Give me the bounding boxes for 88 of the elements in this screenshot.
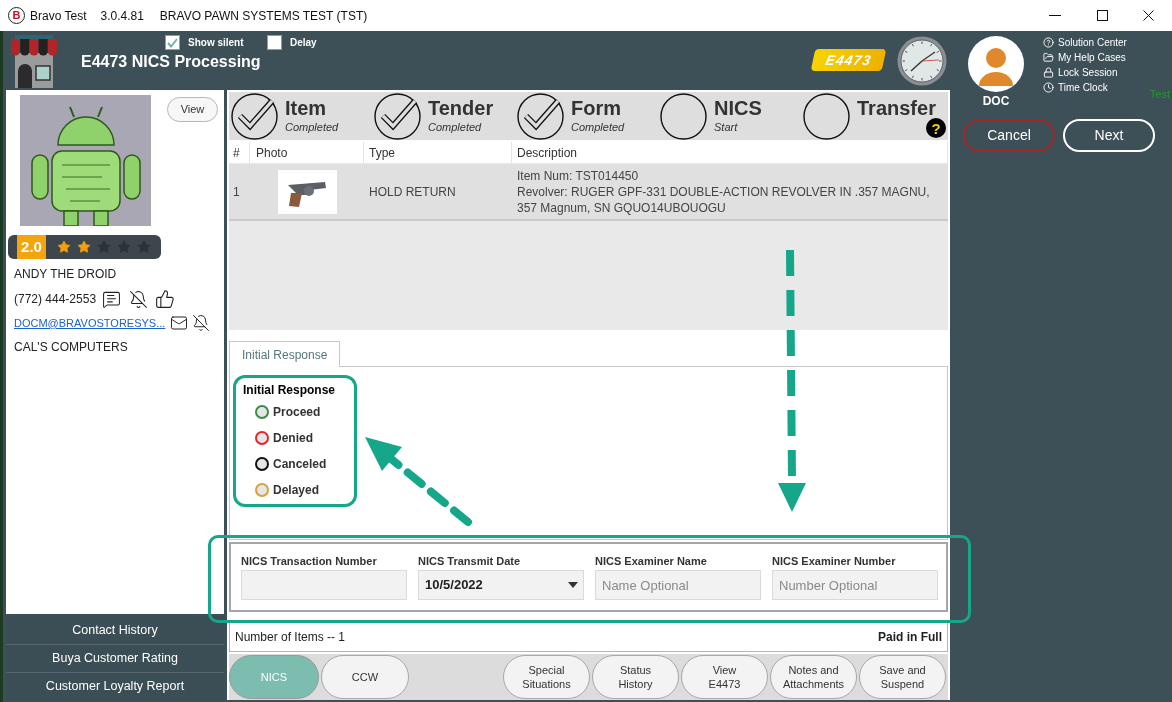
email-link[interactable]: DOCM@BRAVOSTORESYS... bbox=[14, 314, 166, 332]
field-label: NICS Transaction Number bbox=[241, 555, 378, 568]
field-label: NICS Transmit Date bbox=[418, 555, 522, 568]
window-title: BRAVO PAWN SYSTEMS TEST (TST) bbox=[159, 7, 368, 25]
clock-icon bbox=[1043, 82, 1054, 93]
column-header: Photo bbox=[250, 142, 364, 163]
menu-link[interactable]: Solution Center bbox=[1043, 35, 1127, 50]
action-button[interactable]: Notes and Attachments bbox=[770, 655, 857, 699]
action-button[interactable]: Save and Suspend bbox=[859, 655, 946, 699]
phone-number: (772) 444-2553 bbox=[14, 291, 97, 308]
app-name: Bravo Test bbox=[30, 7, 87, 25]
help-icon bbox=[1043, 37, 1054, 48]
column-header: Description bbox=[512, 142, 948, 163]
avatar-icon bbox=[968, 36, 1024, 92]
environment-label: Test bbox=[1149, 88, 1170, 101]
close-icon[interactable] bbox=[1143, 10, 1154, 21]
step-status: Completed bbox=[428, 121, 482, 134]
star-icon bbox=[137, 240, 151, 254]
action-button[interactable]: View E4473 bbox=[681, 655, 768, 699]
thumbs-up-icon[interactable] bbox=[155, 289, 176, 309]
customer-name: ANDY THE DROID bbox=[14, 267, 117, 282]
column-header: # bbox=[229, 142, 250, 163]
radio-button[interactable] bbox=[255, 405, 269, 419]
date-dropdown[interactable]: 10/5/2022 bbox=[418, 570, 584, 600]
revolver-drawing bbox=[277, 169, 337, 214]
menu-link[interactable]: Lock Session bbox=[1043, 65, 1118, 80]
view-button[interactable]: View bbox=[167, 97, 218, 122]
folder-icon bbox=[1043, 52, 1054, 63]
cancel-button[interactable]: Cancel bbox=[963, 119, 1055, 152]
caret-icon bbox=[568, 582, 578, 588]
action-button[interactable]: Special Situations bbox=[503, 655, 590, 699]
tab[interactable]: Initial Response bbox=[229, 341, 341, 367]
user-name: DOC bbox=[982, 94, 1010, 108]
field-label: NICS Examiner Number bbox=[772, 555, 897, 568]
step-title: Form bbox=[571, 97, 621, 119]
action-button[interactable]: Status History bbox=[592, 655, 679, 699]
radio-label: Proceed bbox=[273, 404, 321, 421]
bell-off-icon[interactable] bbox=[192, 314, 211, 332]
checkbox-label: Delay bbox=[290, 36, 317, 50]
radio-button[interactable] bbox=[255, 483, 269, 497]
input-field[interactable]: Number Optional bbox=[772, 570, 938, 600]
mail-icon[interactable] bbox=[170, 314, 189, 332]
column-header: Type bbox=[364, 142, 512, 163]
menu-link[interactable]: My Help Cases bbox=[1043, 50, 1126, 65]
lock-icon bbox=[1043, 67, 1054, 78]
page-title: E4473 NICS Processing bbox=[81, 52, 261, 71]
radio-label: Delayed bbox=[273, 482, 320, 499]
menu-link[interactable]: Time Clock bbox=[1043, 80, 1108, 95]
table-row[interactable]: 1 HOLD RETURN Item Num: TST014450 Revolver: RUGER GPF-331 DOUBLE-ACTION REVOLVER IN .357 MAGNU, 357 Magnum, SN GQUO14UBOUOGU bbox=[229, 164, 948, 221]
star-icon bbox=[57, 240, 71, 254]
table-cell-text: 1 bbox=[232, 183, 241, 201]
mode-tab[interactable]: CCW bbox=[321, 655, 409, 699]
next-button[interactable]: Next bbox=[1063, 119, 1155, 152]
store-icon bbox=[10, 35, 58, 88]
input-field[interactable] bbox=[241, 570, 407, 600]
step-title: NICS bbox=[714, 97, 762, 119]
bell-off-icon[interactable] bbox=[129, 289, 149, 309]
step-title: Tender bbox=[428, 97, 494, 119]
item-count: Number of Items -- 1 bbox=[235, 629, 346, 646]
radio-label: Denied bbox=[273, 430, 313, 447]
star-icon bbox=[77, 240, 91, 254]
radio-button[interactable] bbox=[255, 457, 269, 471]
clock-icon bbox=[897, 36, 947, 86]
star-icon bbox=[117, 240, 131, 254]
rating-badge: 2.0 bbox=[17, 235, 46, 259]
checkbox[interactable] bbox=[165, 35, 180, 50]
chat-icon[interactable] bbox=[102, 289, 122, 309]
step-status: Completed bbox=[285, 121, 339, 134]
radio-button[interactable] bbox=[255, 431, 269, 445]
input-field[interactable]: Name Optional bbox=[595, 570, 761, 600]
form-logo: E4473 bbox=[810, 49, 887, 71]
checkbox-label: Show silent bbox=[188, 36, 244, 50]
company-name: CAL'S COMPUTERS bbox=[14, 340, 128, 355]
payment-status: Paid in Full bbox=[878, 629, 942, 646]
app-version: 3.0.4.81 bbox=[100, 7, 144, 25]
checkbox[interactable] bbox=[267, 35, 282, 50]
radio-label: Canceled bbox=[273, 456, 327, 473]
help-button[interactable]: ? bbox=[926, 118, 946, 138]
field-label: NICS Examiner Name bbox=[595, 555, 708, 568]
step-status: Start bbox=[714, 121, 738, 134]
step-title: Transfer bbox=[857, 97, 936, 119]
star-icon bbox=[97, 240, 111, 254]
maximize-icon[interactable] bbox=[1097, 10, 1108, 21]
group-title: Initial Response bbox=[243, 383, 336, 397]
step-status: Completed bbox=[571, 121, 625, 134]
table-cell-text: HOLD RETURN bbox=[368, 183, 457, 201]
step-title: Item bbox=[285, 97, 327, 119]
table-cell-text: Item Num: TST014450 Revolver: RUGER GPF-331 DOUBLE-ACTION REVOLVER IN .357 MAGNU, 357 Magnum, SN GQUO14UBOUOGU bbox=[516, 168, 931, 217]
